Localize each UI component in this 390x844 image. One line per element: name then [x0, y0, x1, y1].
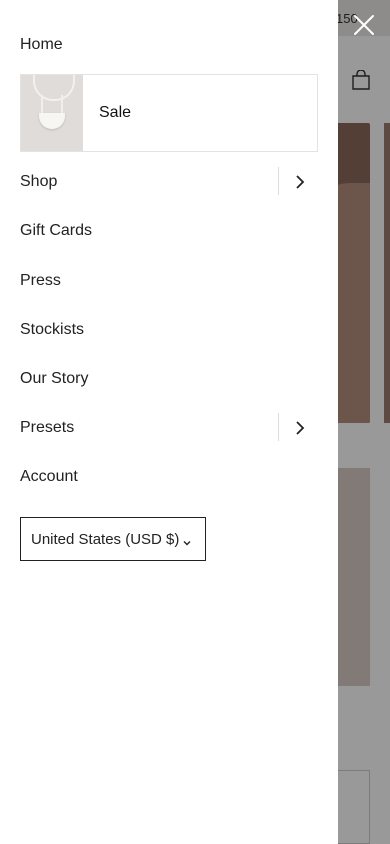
nav-item-presets[interactable]: Presets	[20, 418, 74, 438]
shop-divider	[278, 167, 279, 195]
nav-item-gift-cards[interactable]: Gift Cards	[20, 221, 92, 241]
nav-item-stockists[interactable]: Stockists	[20, 320, 84, 340]
nav-item-our-story[interactable]: Our Story	[20, 369, 88, 389]
navigation-drawer: Home Sale Shop Gift Cards Press Stockist…	[0, 0, 338, 844]
chevron-right-icon[interactable]	[292, 420, 308, 436]
nav-item-home[interactable]: Home	[20, 35, 63, 55]
nav-item-sale[interactable]: Sale	[20, 74, 318, 152]
currency-label: United States (USD $)	[31, 530, 180, 548]
presets-divider	[278, 413, 279, 441]
sale-label: Sale	[99, 104, 132, 121]
close-icon[interactable]	[347, 8, 381, 42]
nav-item-shop[interactable]: Shop	[20, 172, 57, 192]
nav-item-account[interactable]: Account	[20, 467, 78, 487]
sale-thumbnail	[21, 75, 83, 151]
currency-selector[interactable]: United States (USD $)	[20, 517, 206, 561]
chevron-right-icon[interactable]	[292, 174, 308, 190]
nav-item-press[interactable]: Press	[20, 271, 61, 291]
chevron-down-icon	[182, 535, 192, 546]
